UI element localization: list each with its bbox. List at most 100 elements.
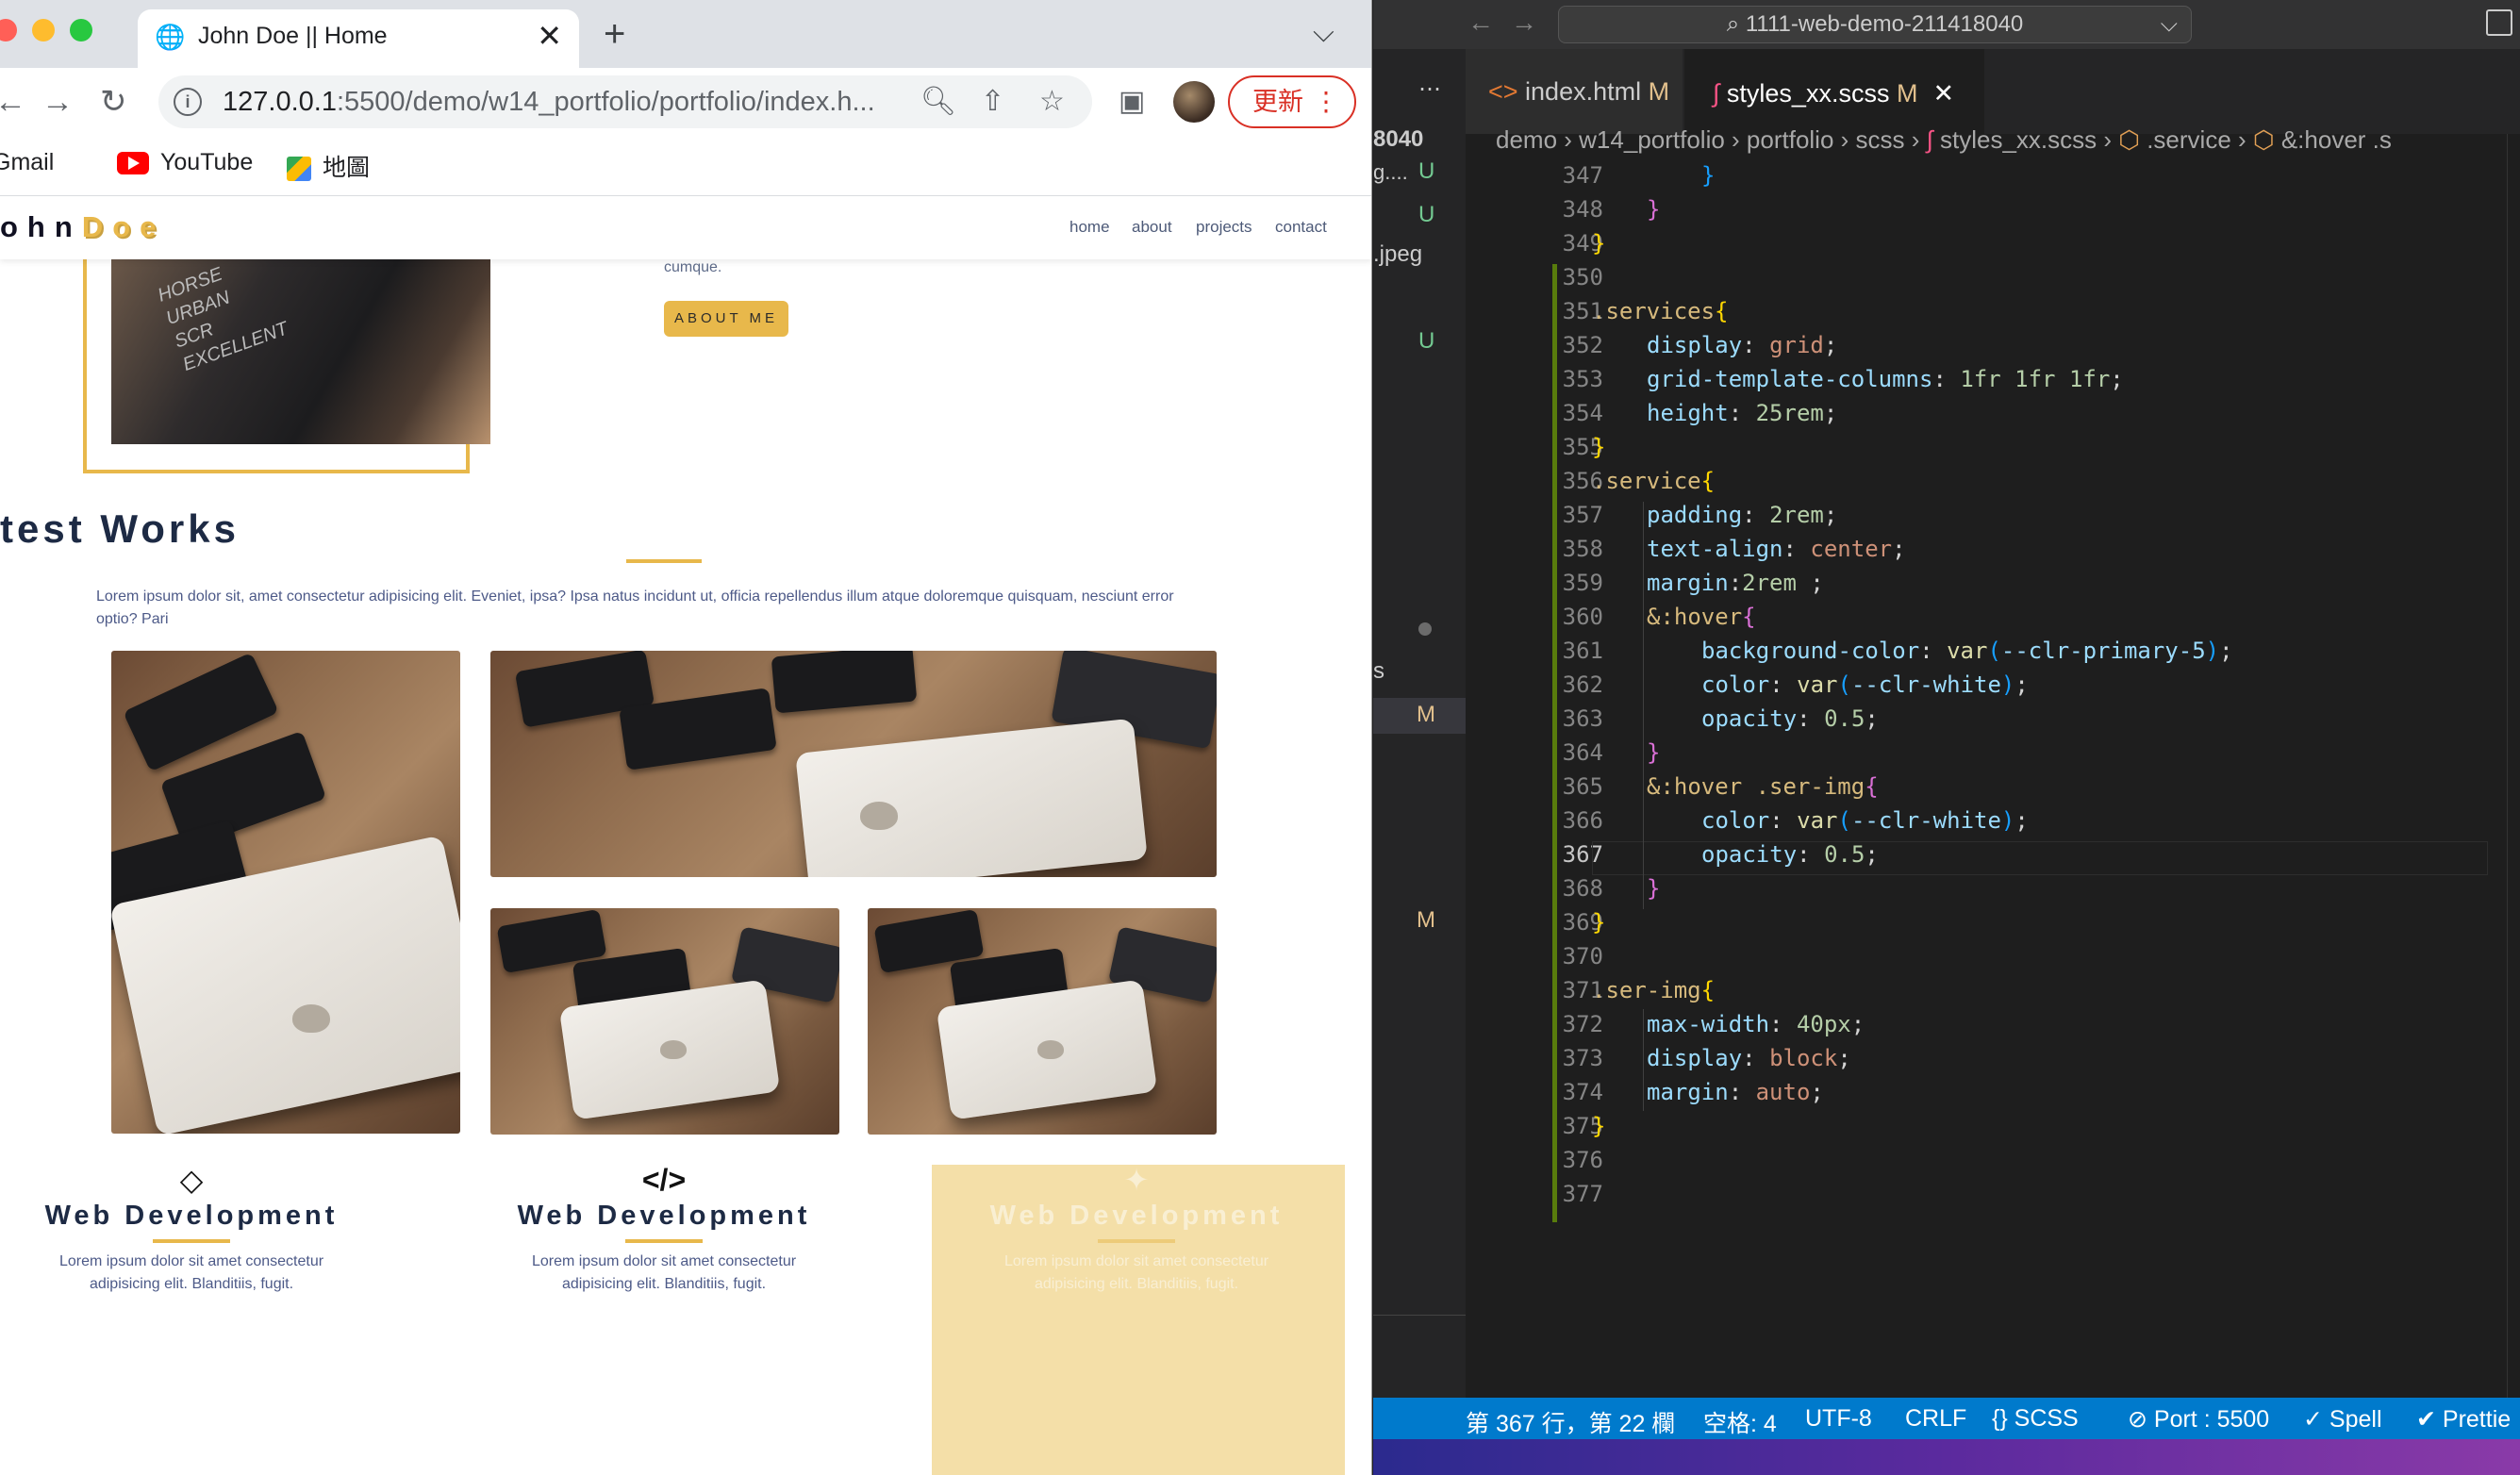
sidebar-divider [1373,1315,1466,1316]
line-number: 352 [1562,332,1603,358]
spell-check[interactable]: ✓ Spell [2303,1405,2382,1434]
line-ending[interactable]: CRLF [1905,1405,1966,1433]
project-image[interactable] [490,651,1217,877]
line-number: 363 [1562,705,1603,732]
explorer-item[interactable]: s [1373,658,1384,685]
line-number: 369 [1562,909,1603,936]
project-image[interactable] [868,908,1217,1135]
about-text-tail: cumque. [664,259,722,275]
line-number: 353 [1562,366,1603,392]
vscode-titlebar: ← → ⌕ 1111-web-demo-211418040 ⌵ [1373,0,2520,49]
tab-index-html[interactable]: <> index.html M [1466,49,1683,134]
line-number: 371 [1562,977,1603,1003]
command-center[interactable]: ⌕ 1111-web-demo-211418040 ⌵ [1558,6,2192,43]
breadcrumb-item[interactable]: demo [1496,125,1557,154]
live-server-port[interactable]: ⊘ Port : 5500 [2128,1405,2269,1434]
indentation[interactable]: 空格: 4 [1703,1405,1777,1439]
breadcrumb-item[interactable]: &:hover .s [2281,125,2392,154]
code-editor[interactable]: } } } .services{ display: grid; grid-tem… [1592,160,2488,1217]
profile-avatar[interactable] [1173,81,1215,123]
line-number: 350 [1562,264,1603,290]
prettier-status[interactable]: ✔ Prettie [2416,1405,2511,1434]
more-actions-icon[interactable]: ⋯ [1418,75,1441,103]
service-card-hovered[interactable]: ✦ Web Development Lorem ipsum dolor sit … [932,1159,1341,1296]
layout-icon[interactable] [2486,9,2512,36]
browser-tab[interactable]: 🌐 John Doe || Home ✕ [138,9,579,68]
git-untracked-badge: U [1418,158,1435,184]
zoom-icon[interactable]: 🔍︎ [920,85,956,118]
reload-icon[interactable]: ↻ [100,83,127,121]
shirt-print: HORSE URBAN SCR EXCELLENT [155,263,291,375]
tab-styles-scss[interactable]: ∫ styles_xx.scss M ✕ [1684,49,1984,134]
git-added-gutter [1552,264,1557,1222]
back-icon[interactable]: ← [1467,8,1494,38]
nav-contact[interactable]: contact [1275,218,1327,237]
line-number: 376 [1562,1147,1603,1173]
bookmark-youtube[interactable]: YouTube [117,149,253,176]
zoom-window-button[interactable] [70,19,92,41]
nav-projects[interactable]: projects [1196,218,1252,237]
close-tab-icon[interactable]: ✕ [1932,79,1954,108]
tab-bar: 🌐 John Doe || Home ✕ + ⌵ [0,0,1371,68]
address-bar[interactable]: i 127.0.0.1:5500/demo/w14_portfolio/port… [158,75,1092,128]
breadcrumb-item[interactable]: .service [2147,125,2231,154]
service-underline [1098,1239,1175,1243]
forward-icon[interactable]: → [1511,8,1537,38]
line-number: 359 [1562,570,1603,596]
editor-scrollbar[interactable] [2507,134,2520,1398]
line-number: 370 [1562,943,1603,970]
explorer-sidebar: ⋯ 8040 g.... U U .jpeg U s M M [1373,49,1466,1398]
bookmark-maps[interactable]: 地圖 [287,149,370,183]
close-tab-icon[interactable]: ✕ [537,19,562,53]
bookmarks-bar: Gmail YouTube 地圖 [0,136,1371,196]
nav-home[interactable]: home [1069,218,1110,237]
service-card[interactable]: </> Web Development Lorem ipsum dolor si… [459,1159,869,1296]
line-number: 355 [1562,434,1603,460]
vscode-window: ← → ⌕ 1111-web-demo-211418040 ⌵ ⋯ 8040 g.… [1373,0,2520,1475]
share-icon[interactable]: ⇧ [981,85,1004,118]
service-title: Web Development [44,1201,339,1231]
project-image[interactable] [490,908,839,1135]
forward-icon[interactable]: → [41,83,74,121]
breadcrumb-item[interactable]: w14_portfolio [1579,125,1725,154]
bookmark-gmail[interactable]: Gmail [0,149,54,176]
line-number: 377 [1562,1181,1603,1207]
site-logo[interactable]: ohnDoe [0,210,165,244]
explorer-item[interactable]: 8040 [1373,126,1423,153]
minimize-window-button[interactable] [32,19,55,41]
language-mode[interactable]: {} SCSS [1992,1405,2079,1433]
chevron-down-icon[interactable]: ⌵ [1313,17,1335,49]
site-header: ohnDoe home about projects contact [0,197,1371,259]
line-number: 375 [1562,1113,1603,1139]
double-check-icon: ✔ [2416,1406,2436,1433]
site-info-icon[interactable]: i [174,88,202,116]
more-menu-icon[interactable]: ⋮ [1313,77,1339,126]
line-number: 364 [1562,739,1603,766]
url-text: 127.0.0.1:5500/demo/w14_portfolio/portfo… [223,87,875,117]
check-icon: ✓ [2303,1406,2323,1433]
service-card[interactable]: ◇ Web Development Lorem ipsum dolor sit … [0,1159,396,1296]
project-image[interactable] [111,651,460,1134]
line-number: 374 [1562,1079,1603,1105]
line-number-current: 367 [1562,841,1603,868]
side-panel-icon[interactable]: ▣ [1119,85,1145,118]
back-icon[interactable]: ← [0,83,26,121]
nav-about[interactable]: about [1132,218,1172,237]
youtube-icon [117,152,149,175]
encoding[interactable]: UTF-8 [1805,1405,1872,1433]
about-me-button[interactable]: ABOUT ME [664,301,788,337]
breadcrumb-item[interactable]: scss [1856,125,1905,154]
section-title: test Works [0,506,240,551]
bookmark-star-icon[interactable]: ☆ [1039,85,1065,118]
close-window-button[interactable] [0,19,17,41]
diamond-icon: ◇ [179,1163,204,1197]
explorer-item[interactable]: .jpeg [1373,241,1422,268]
breadcrumb-item[interactable]: portfolio [1747,125,1834,154]
new-tab-icon[interactable]: + [604,13,625,55]
cursor-position[interactable]: 第 367 行，第 22 欄 [1466,1405,1675,1439]
line-number: 348 [1562,196,1603,223]
breadcrumb-item[interactable]: styles_xx.scss [1940,125,2097,154]
bookmark-label: YouTube [160,149,254,175]
explorer-item[interactable]: g.... [1373,160,1408,185]
update-button[interactable]: 更新 ⋮ [1228,75,1356,128]
